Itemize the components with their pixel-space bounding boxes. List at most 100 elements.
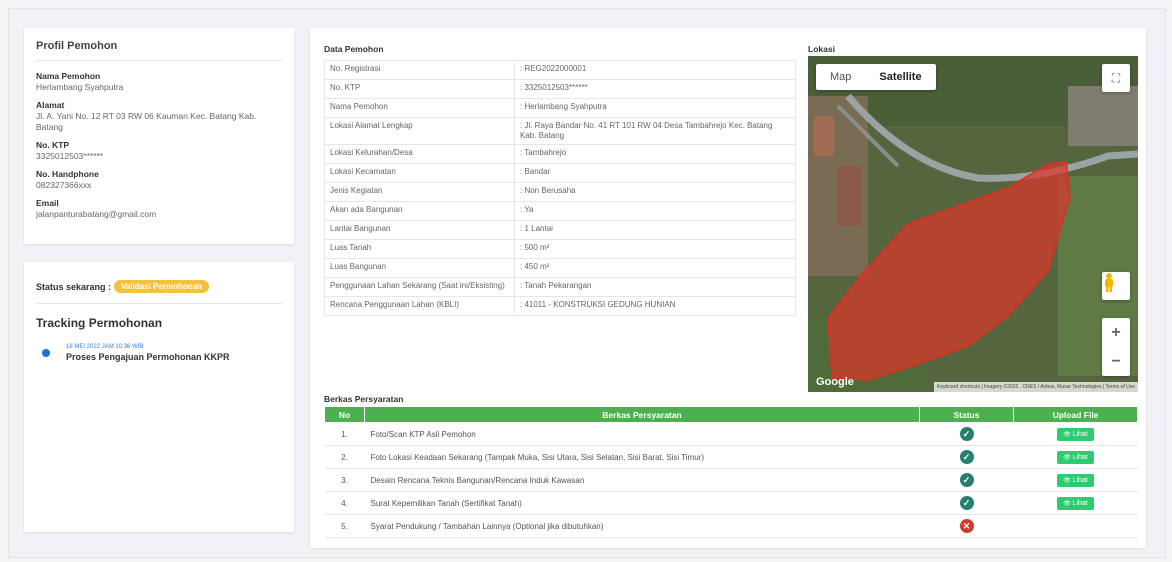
header-status: Status [919,406,1014,423]
data-row: Luas Tanah: 500 m² [324,239,796,259]
data-row: Jenis Kegiatan: Non Berusaha [324,182,796,202]
berkas-upload: 👁 Lihat [1013,422,1138,446]
fullscreen-icon[interactable]: ⛶ [1102,64,1130,92]
berkas-row: 5. Syarat Pendukung / Tambahan Lainnya (O… [324,514,1138,538]
berkas-upload [1013,514,1138,538]
lihat-button[interactable]: 👁 Lihat [1057,427,1094,441]
berkas-status: ✓ [919,422,1014,446]
berkas-name: Foto Lokasi Keadaan Sekarang (Tampak Muk… [364,445,920,469]
berkas-row: 1. Foto/Scan KTP Asli Pemohon ✓ 👁 Lihat [324,422,1138,446]
data-value: : 450 m² [514,258,796,278]
check-circle-icon: ✓ [959,496,974,510]
profile-field-value: Herlambang Syahputra [36,82,124,92]
data-row: No. Registrasi: REG2022000001 [324,60,796,80]
profile-field: No. Handphone 082327366xxx [36,169,282,191]
data-key: Akan ada Bangunan [324,201,515,221]
map-title: Lokasi [808,44,835,54]
lihat-label: Lihat [1072,453,1088,461]
profile-field-label: Email [36,198,59,208]
data-row: Akan ada Bangunan: Ya [324,201,796,221]
data-value: : 41011 - KONSTRUKSI GEDUNG HUNIAN [514,296,796,316]
status-row: Status sekarang : Validasi Permohonan [36,280,282,304]
data-value: : 500 m² [514,239,796,259]
berkas-row: 4. Surat Kepemilikan Tanah (Sertifikat Ta… [324,491,1138,515]
data-row: Lokasi Kecamatan: Bandar [324,163,796,183]
check-circle-icon: ✓ [959,450,974,464]
profile-field-value: 3325012503****** [36,151,104,161]
profile-field-value: 082327366xxx [36,180,92,190]
zoom-control: + − [1102,318,1130,376]
eye-icon: 👁 [1063,454,1073,461]
berkas-status: ✕ [919,514,1014,538]
berkas-status: ✓ [919,468,1014,492]
berkas-name: Syarat Pendukung / Tambahan Lainnya (Opt… [364,514,920,538]
berkas-table: No Berkas Persyaratan Status Upload File… [324,406,1138,538]
lihat-label: Lihat [1072,430,1088,438]
profile-field: Alamat Jl. A. Yani No. 12 RT 03 RW 06 Kau… [36,100,282,133]
data-pemohon-title: Data Pemohon [324,44,384,54]
berkas-row: 3. Desain Rencana Teknis Bangunan/Rencana… [324,468,1138,492]
data-key: Lantai Bangunan [324,220,515,240]
status-badge: Validasi Permohonan [114,280,209,293]
profile-title: Profil Pemohon [36,40,282,61]
data-row: No. KTP: 3325012503****** [324,79,796,99]
lihat-label: Lihat [1072,476,1088,484]
x-circle-icon: ✕ [959,519,974,533]
profile-field-value: jalanpanturabatang@gmail.com [36,209,157,219]
data-value: : 3325012503****** [514,79,796,99]
profile-field-label: Alamat [36,100,65,110]
data-value: : Non Berusaha [514,182,796,202]
data-value: : 1 Lantai [514,220,796,240]
data-key: Nama Pemohon [324,98,515,118]
tracking-title: Tracking Permohonan [36,316,163,330]
profile-field-label: No. KTP [36,140,70,150]
data-key: Lokasi Kecamatan [324,163,515,183]
profile-field-label: No. Handphone [36,169,99,179]
lihat-button[interactable]: 👁 Lihat [1057,473,1094,487]
data-value: : Herlambang Syahputra [514,98,796,118]
data-row: Lokasi Alamat Lengkap: Jl. Raya Bandar N… [324,117,796,145]
eye-icon: 👁 [1063,431,1073,438]
berkas-upload: 👁 Lihat [1013,491,1138,515]
profile-field-value: Jl. A. Yani No. 12 RT 03 RW 06 Kauman Ke… [36,111,257,132]
location-map[interactable]: Map Satellite ⛶ + − Google Keyboard shor… [808,56,1138,392]
pegman-icon[interactable] [1102,272,1130,300]
status-card: Status sekarang : Validasi Permohonan Tr… [24,262,294,532]
satellite-imagery [808,56,1138,392]
data-value: : REG2022000001 [514,60,796,80]
profile-field: Nama Pemohon Herlambang Syahputra [36,71,282,93]
lihat-button[interactable]: 👁 Lihat [1057,496,1094,510]
profile-field: Email jalanpanturabatang@gmail.com [36,198,282,220]
berkas-no: 5. [324,514,365,538]
berkas-header-row: No Berkas Persyaratan Status Upload File [324,406,1138,423]
lihat-label: Lihat [1072,499,1088,507]
satellite-tab[interactable]: Satellite [865,64,935,90]
berkas-title: Berkas Persyaratan [324,394,404,404]
tracking-item: 18 MEI 2022 JAM 10:36 WIB Proses Pengaju… [36,344,282,362]
zoom-out-button[interactable]: − [1102,347,1130,376]
data-value: : Jl. Raya Bandar No. 41 RT 101 RW 04 De… [514,117,796,145]
profile-card: Profil Pemohon Nama Pemohon Herlambang Sy… [24,28,294,244]
data-pemohon-table: No. Registrasi: REG2022000001 No. KTP: 33… [324,60,796,316]
data-value: : Tambahrejo [514,144,796,164]
map-tab[interactable]: Map [816,64,865,90]
data-value: : Ya [514,201,796,221]
zoom-in-button[interactable]: + [1102,318,1130,347]
profile-fields: Nama Pemohon Herlambang Syahputra Alamat Jl… [36,71,282,220]
map-type-toggle: Map Satellite [816,64,936,90]
berkas-no: 2. [324,445,365,469]
data-key: Rencana Penggunaan Lahan (KBLI) [324,296,515,316]
berkas-row: 2. Foto Lokasi Keadaan Sekarang (Tampak M… [324,445,1138,469]
google-logo: Google [816,376,854,388]
map-footer[interactable]: Keyboard shortcuts | Imagery ©2022 , CNE… [933,382,1138,392]
data-key: Lokasi Kelurahan/Desa [324,144,515,164]
data-key: Luas Tanah [324,239,515,259]
lihat-button[interactable]: 👁 Lihat [1057,450,1094,464]
status-label: Status sekarang : [36,281,112,292]
header-berkas: Berkas Persyaratan [364,406,920,423]
eye-icon: 👁 [1063,500,1073,507]
berkas-no: 3. [324,468,365,492]
data-row: Lantai Bangunan: 1 Lantai [324,220,796,240]
header-no: No [324,406,365,423]
data-row: Luas Bangunan: 450 m² [324,258,796,278]
